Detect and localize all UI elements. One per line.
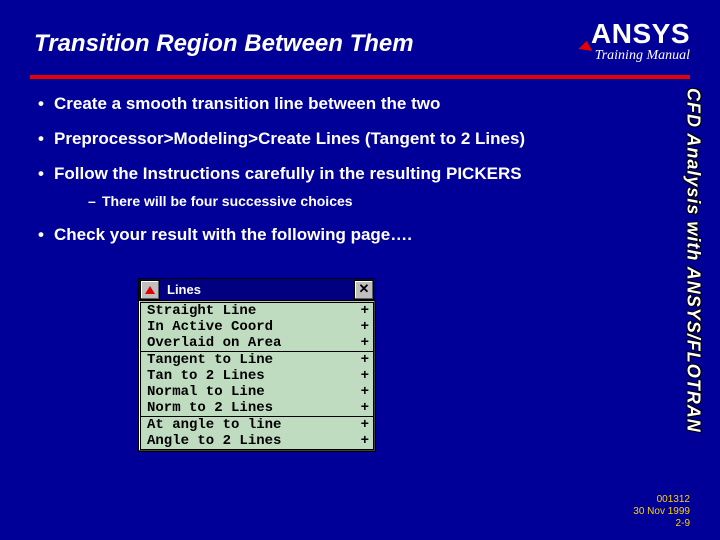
menu-item-angle-to-2-lines[interactable]: Angle to 2 Lines+ (141, 433, 373, 449)
brand-block: ANSYS Training Manual (591, 18, 690, 64)
submenu-icon: + (357, 417, 369, 433)
menu-item-tangent-to-line[interactable]: Tangent to Line+ (141, 352, 373, 368)
submenu-icon: + (357, 303, 369, 319)
menu-item-at-angle-to-line[interactable]: At angle to line+ (141, 417, 373, 433)
footer-date: 30 Nov 1999 (633, 506, 690, 518)
menu-item-in-active-coord[interactable]: In Active Coord+ (141, 319, 373, 335)
menu-item-overlaid-on-area[interactable]: Overlaid on Area+ (141, 335, 373, 351)
lines-menu-body: Straight Line+ In Active Coord+ Overlaid… (140, 302, 374, 450)
vertical-course-label: CFD Analysis with ANSYS/FLOTRAN (680, 88, 706, 488)
brand-text: ANSYS (591, 18, 690, 49)
bullet-2: Preprocessor>Modeling>Create Lines (Tang… (36, 129, 662, 149)
submenu-icon: + (357, 384, 369, 400)
menu-item-straight-line[interactable]: Straight Line+ (141, 303, 373, 319)
submenu-icon: + (357, 352, 369, 368)
lines-menu-window: Lines ✕ Straight Line+ In Active Coord+ … (138, 278, 376, 452)
slide-footer: 001312 30 Nov 1999 2-9 (633, 494, 690, 530)
brand-subtitle: Training Manual (591, 48, 690, 64)
menu-item-normal-to-line[interactable]: Normal to Line+ (141, 384, 373, 400)
footer-page: 2-9 (633, 518, 690, 530)
menu-group-2: Tangent to Line+ Tan to 2 Lines+ Normal … (141, 352, 373, 417)
submenu-icon: + (357, 335, 369, 351)
title-rule (30, 75, 690, 79)
brand-logo: ANSYS (591, 18, 690, 50)
submenu-icon: + (357, 400, 369, 416)
slide: Transition Region Between Them ANSYS Tra… (0, 0, 720, 540)
submenu-icon: + (357, 368, 369, 384)
slide-title: Transition Region Between Them (34, 30, 414, 58)
submenu-icon: + (357, 319, 369, 335)
submenu-icon: + (357, 433, 369, 449)
menu-item-tan-to-2-lines[interactable]: Tan to 2 Lines+ (141, 368, 373, 384)
close-icon[interactable]: ✕ (354, 280, 374, 300)
bullet-1: Create a smooth transition line between … (36, 94, 662, 114)
lines-menu-title: Lines (161, 282, 353, 297)
lines-menu-titlebar: Lines ✕ (139, 279, 375, 301)
content-area: Create a smooth transition line between … (36, 94, 662, 260)
menu-item-norm-to-2-lines[interactable]: Norm to 2 Lines+ (141, 400, 373, 416)
footer-id: 001312 (633, 494, 690, 506)
bullet-3: Follow the Instructions carefully in the… (36, 164, 662, 184)
menu-group-1: Straight Line+ In Active Coord+ Overlaid… (141, 303, 373, 352)
menu-group-3: At angle to line+ Angle to 2 Lines+ (141, 417, 373, 449)
app-icon (140, 280, 160, 300)
bullet-4: Check your result with the following pag… (36, 225, 662, 245)
subbullet-1: There will be four successive choices (36, 193, 662, 209)
